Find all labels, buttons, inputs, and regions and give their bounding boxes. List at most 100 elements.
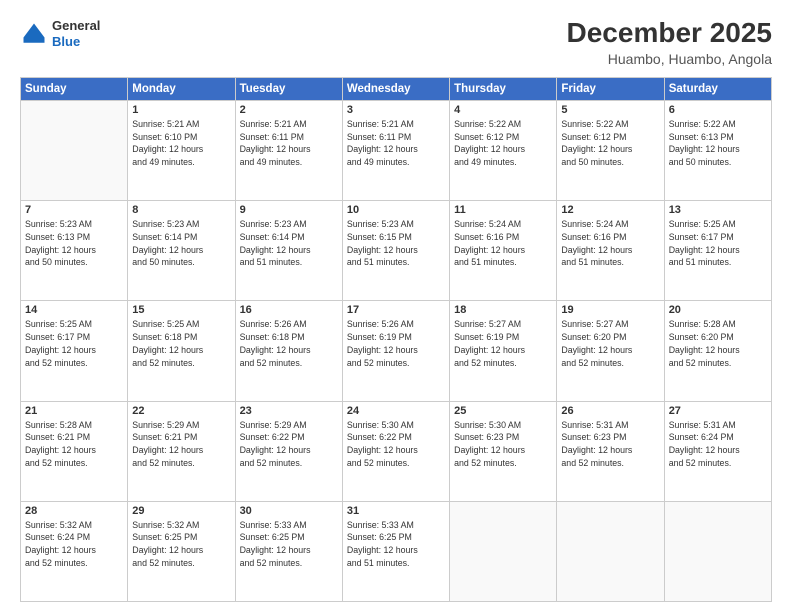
month-title: December 2025: [567, 18, 772, 49]
calendar-cell: 13 Sunrise: 5:25 AM Sunset: 6:17 PM Dayli…: [664, 201, 771, 301]
day-number: 20: [669, 304, 767, 316]
day-number: 26: [561, 405, 659, 417]
day-number: 31: [347, 505, 445, 517]
cell-info: Sunrise: 5:30 AM Sunset: 6:23 PM Dayligh…: [454, 419, 552, 470]
day-header-tuesday: Tuesday: [235, 77, 342, 100]
calendar-cell: 26Sunrise: 5:31 AM Sunset: 6:23 PM Dayli…: [557, 401, 664, 501]
calendar-cell: 24Sunrise: 5:30 AM Sunset: 6:22 PM Dayli…: [342, 401, 449, 501]
calendar-cell: 29Sunrise: 5:32 AM Sunset: 6:25 PM Dayli…: [128, 501, 235, 601]
cell-info: Sunrise: 5:25 AM Sunset: 6:18 PM Dayligh…: [132, 318, 230, 369]
calendar-cell: 7 Sunrise: 5:23 AM Sunset: 6:13 PM Daylig…: [21, 201, 128, 301]
cell-info: Sunrise: 5:32 AM Sunset: 6:24 PM Dayligh…: [25, 519, 123, 570]
calendar-cell: 19 Sunrise: 5:27 AM Sunset: 6:20 PM Dayli…: [557, 301, 664, 401]
calendar-cell: 31 Sunrise: 5:33 AM Sunset: 6:25 PM Dayli…: [342, 501, 449, 601]
calendar-week-2: 7 Sunrise: 5:23 AM Sunset: 6:13 PM Daylig…: [21, 201, 772, 301]
calendar-cell: 28Sunrise: 5:32 AM Sunset: 6:24 PM Dayli…: [21, 501, 128, 601]
cell-info: Sunrise: 5:33 AM Sunset: 6:25 PM Dayligh…: [240, 519, 338, 570]
day-number: 9: [240, 204, 338, 216]
day-number: 14: [25, 304, 123, 316]
day-number: 19: [561, 304, 659, 316]
cell-info: Sunrise: 5:33 AM Sunset: 6:25 PM Dayligh…: [347, 519, 445, 570]
day-number: 4: [454, 104, 552, 116]
calendar-cell: 30 Sunrise: 5:33 AM Sunset: 6:25 PM Dayli…: [235, 501, 342, 601]
calendar-cell: [557, 501, 664, 601]
calendar-cell: 4 Sunrise: 5:22 AM Sunset: 6:12 PM Daylig…: [450, 100, 557, 200]
calendar-cell: 8 Sunrise: 5:23 AM Sunset: 6:14 PM Daylig…: [128, 201, 235, 301]
page: General Blue December 2025 Huambo, Huamb…: [0, 0, 792, 612]
cell-info: Sunrise: 5:21 AM Sunset: 6:11 PM Dayligh…: [347, 118, 445, 169]
day-number: 12: [561, 204, 659, 216]
calendar-week-1: 1Sunrise: 5:21 AM Sunset: 6:10 PM Daylig…: [21, 100, 772, 200]
calendar-cell: 17Sunrise: 5:26 AM Sunset: 6:19 PM Dayli…: [342, 301, 449, 401]
cell-info: Sunrise: 5:27 AM Sunset: 6:20 PM Dayligh…: [561, 318, 659, 369]
calendar-week-3: 14 Sunrise: 5:25 AM Sunset: 6:17 PM Dayli…: [21, 301, 772, 401]
day-header-sunday: Sunday: [21, 77, 128, 100]
cell-info: Sunrise: 5:22 AM Sunset: 6:13 PM Dayligh…: [669, 118, 767, 169]
cell-info: Sunrise: 5:25 AM Sunset: 6:17 PM Dayligh…: [669, 218, 767, 269]
cell-info: Sunrise: 5:22 AM Sunset: 6:12 PM Dayligh…: [454, 118, 552, 169]
cell-info: Sunrise: 5:24 AM Sunset: 6:16 PM Dayligh…: [561, 218, 659, 269]
calendar-header-row: SundayMondayTuesdayWednesdayThursdayFrid…: [21, 77, 772, 100]
day-number: 5: [561, 104, 659, 116]
calendar-cell: 20 Sunrise: 5:28 AM Sunset: 6:20 PM Dayli…: [664, 301, 771, 401]
cell-info: Sunrise: 5:21 AM Sunset: 6:10 PM Dayligh…: [132, 118, 230, 169]
day-number: 29: [132, 505, 230, 517]
calendar-cell: 9 Sunrise: 5:23 AM Sunset: 6:14 PM Daylig…: [235, 201, 342, 301]
cell-info: Sunrise: 5:21 AM Sunset: 6:11 PM Dayligh…: [240, 118, 338, 169]
calendar-cell: 2 Sunrise: 5:21 AM Sunset: 6:11 PM Daylig…: [235, 100, 342, 200]
calendar-cell: [21, 100, 128, 200]
day-number: 18: [454, 304, 552, 316]
calendar-cell: 10Sunrise: 5:23 AM Sunset: 6:15 PM Dayli…: [342, 201, 449, 301]
calendar-cell: 1Sunrise: 5:21 AM Sunset: 6:10 PM Daylig…: [128, 100, 235, 200]
calendar-cell: 25 Sunrise: 5:30 AM Sunset: 6:23 PM Dayli…: [450, 401, 557, 501]
cell-info: Sunrise: 5:22 AM Sunset: 6:12 PM Dayligh…: [561, 118, 659, 169]
day-header-monday: Monday: [128, 77, 235, 100]
day-number: 25: [454, 405, 552, 417]
location: Huambo, Huambo, Angola: [567, 51, 772, 67]
day-number: 27: [669, 405, 767, 417]
calendar-cell: 5 Sunrise: 5:22 AM Sunset: 6:12 PM Daylig…: [557, 100, 664, 200]
logo-blue: Blue: [52, 34, 100, 50]
day-number: 11: [454, 204, 552, 216]
cell-info: Sunrise: 5:23 AM Sunset: 6:14 PM Dayligh…: [132, 218, 230, 269]
day-number: 7: [25, 204, 123, 216]
day-header-thursday: Thursday: [450, 77, 557, 100]
calendar-cell: 23Sunrise: 5:29 AM Sunset: 6:22 PM Dayli…: [235, 401, 342, 501]
logo: General Blue: [20, 18, 100, 49]
title-block: December 2025 Huambo, Huambo, Angola: [567, 18, 772, 67]
cell-info: Sunrise: 5:27 AM Sunset: 6:19 PM Dayligh…: [454, 318, 552, 369]
cell-info: Sunrise: 5:23 AM Sunset: 6:13 PM Dayligh…: [25, 218, 123, 269]
header: General Blue December 2025 Huambo, Huamb…: [20, 18, 772, 67]
cell-info: Sunrise: 5:25 AM Sunset: 6:17 PM Dayligh…: [25, 318, 123, 369]
day-header-wednesday: Wednesday: [342, 77, 449, 100]
day-number: 24: [347, 405, 445, 417]
day-header-saturday: Saturday: [664, 77, 771, 100]
calendar-cell: 15 Sunrise: 5:25 AM Sunset: 6:18 PM Dayli…: [128, 301, 235, 401]
calendar-cell: 3 Sunrise: 5:21 AM Sunset: 6:11 PM Daylig…: [342, 100, 449, 200]
day-number: 6: [669, 104, 767, 116]
day-number: 13: [669, 204, 767, 216]
cell-info: Sunrise: 5:23 AM Sunset: 6:14 PM Dayligh…: [240, 218, 338, 269]
cell-info: Sunrise: 5:31 AM Sunset: 6:24 PM Dayligh…: [669, 419, 767, 470]
cell-info: Sunrise: 5:28 AM Sunset: 6:20 PM Dayligh…: [669, 318, 767, 369]
calendar-cell: 22Sunrise: 5:29 AM Sunset: 6:21 PM Dayli…: [128, 401, 235, 501]
day-number: 16: [240, 304, 338, 316]
logo-general: General: [52, 18, 100, 34]
calendar-week-4: 21Sunrise: 5:28 AM Sunset: 6:21 PM Dayli…: [21, 401, 772, 501]
day-number: 2: [240, 104, 338, 116]
day-number: 3: [347, 104, 445, 116]
calendar-cell: 11Sunrise: 5:24 AM Sunset: 6:16 PM Dayli…: [450, 201, 557, 301]
cell-info: Sunrise: 5:26 AM Sunset: 6:18 PM Dayligh…: [240, 318, 338, 369]
day-number: 8: [132, 204, 230, 216]
calendar-cell: 27 Sunrise: 5:31 AM Sunset: 6:24 PM Dayli…: [664, 401, 771, 501]
cell-info: Sunrise: 5:29 AM Sunset: 6:21 PM Dayligh…: [132, 419, 230, 470]
cell-info: Sunrise: 5:29 AM Sunset: 6:22 PM Dayligh…: [240, 419, 338, 470]
calendar-table: SundayMondayTuesdayWednesdayThursdayFrid…: [20, 77, 772, 602]
calendar-cell: 6 Sunrise: 5:22 AM Sunset: 6:13 PM Daylig…: [664, 100, 771, 200]
day-number: 21: [25, 405, 123, 417]
day-number: 10: [347, 204, 445, 216]
calendar-cell: 21Sunrise: 5:28 AM Sunset: 6:21 PM Dayli…: [21, 401, 128, 501]
day-number: 15: [132, 304, 230, 316]
day-number: 30: [240, 505, 338, 517]
calendar-cell: 14 Sunrise: 5:25 AM Sunset: 6:17 PM Dayli…: [21, 301, 128, 401]
